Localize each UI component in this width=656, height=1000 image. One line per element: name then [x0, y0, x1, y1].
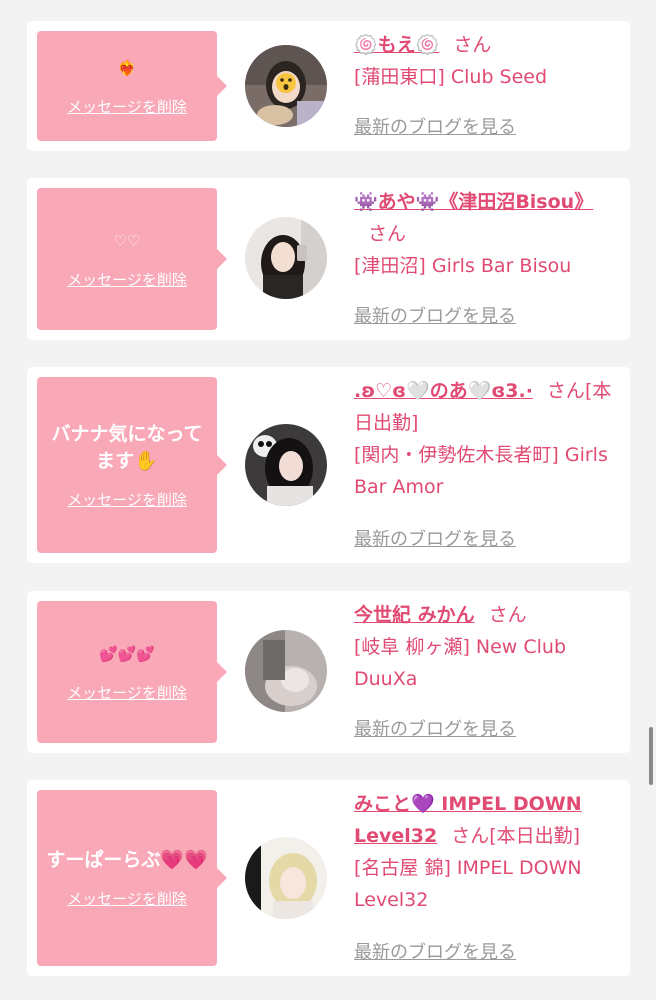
message-card: ♡♡ メッセージを削除 👾あや👾《津田沼Bisou》さん [津田沼] Girls… [27, 178, 630, 340]
delete-message-link[interactable]: メッセージを削除 [67, 489, 187, 510]
message-bubble: 💕💕💕 メッセージを削除 [37, 601, 227, 743]
honorific: さん [453, 34, 492, 56]
avatar-photo [245, 630, 327, 712]
honorific: さん [451, 825, 490, 847]
avatar-photo [245, 45, 327, 127]
honorific: さん [546, 380, 585, 402]
cast-name-link[interactable]: 🍥もえ🍥 [354, 34, 439, 56]
avatar-photo [245, 837, 327, 919]
delete-message-link[interactable]: メッセージを削除 [67, 682, 187, 703]
cast-info: 👾あや👾《津田沼Bisou》さん [津田沼] Girls Bar Bisou [354, 186, 614, 282]
shop-name: [蒲田東口] Club Seed [354, 66, 548, 88]
cast-info: 今世紀 みかん さん [岐阜 柳ヶ瀬] New Club DuuXa [354, 599, 614, 695]
cast-info: 🍥もえ🍥 さん [蒲田東口] Club Seed [354, 29, 614, 93]
cast-name-link[interactable]: 👾あや👾《津田沼Bisou》 [354, 191, 593, 213]
message-card: 💕💕💕 メッセージを削除 今世紀 みかん さん [岐阜 柳ヶ瀬] New Club… [27, 591, 630, 753]
cast-info: みこと💜 IMPEL DOWN Level32 さん[本日出勤] [名古屋 錦] … [354, 788, 614, 916]
avatar[interactable] [245, 45, 327, 127]
avatar[interactable] [245, 630, 327, 712]
status-suffix: [本日出勤] [489, 825, 581, 847]
honorific: さん [488, 604, 527, 626]
message-text: ❤️‍🔥 [117, 59, 137, 77]
latest-blog-link[interactable]: 最新のブログを見る [354, 715, 516, 741]
avatar-photo [245, 424, 327, 506]
delete-message-link[interactable]: メッセージを削除 [67, 888, 187, 909]
delete-message-link[interactable]: メッセージを削除 [67, 96, 187, 117]
latest-blog-link[interactable]: 最新のブログを見る [354, 302, 516, 328]
cast-name-link[interactable]: 今世紀 みかん [354, 604, 475, 626]
avatar-photo [245, 217, 327, 299]
shop-name: [名古屋 錦] IMPEL DOWN Level32 [354, 857, 582, 911]
message-list: ❤️‍🔥 メッセージを削除 🍥もえ🍥 さん [蒲田東口] Club Seed [0, 0, 656, 1000]
message-bubble: すーぱーらぶ💗💗 メッセージを削除 [37, 790, 227, 966]
avatar[interactable] [245, 217, 327, 299]
message-bubble: ♡♡ メッセージを削除 [37, 188, 227, 330]
message-text: ♡♡ [113, 232, 141, 250]
latest-blog-link[interactable]: 最新のブログを見る [354, 113, 516, 139]
message-bubble: ❤️‍🔥 メッセージを削除 [37, 31, 227, 141]
scrollbar[interactable] [649, 727, 653, 785]
delete-message-link[interactable]: メッセージを削除 [67, 269, 187, 290]
message-card: バナナ気になってます✋ メッセージを削除 .ʚ♡ɞ🤍のあ🤍ɞ3.· さん[本日出勤… [27, 367, 630, 563]
avatar[interactable] [245, 424, 327, 506]
cast-name-link[interactable]: .ʚ♡ɞ🤍のあ🤍ɞ3.· [354, 380, 533, 402]
message-text: すーぱーらぶ💗💗 [46, 849, 208, 871]
shop-name: [津田沼] Girls Bar Bisou [354, 255, 572, 277]
cast-info: .ʚ♡ɞ🤍のあ🤍ɞ3.· さん[本日出勤] [関内・伊勢佐木長者町] Girls … [354, 375, 614, 503]
avatar[interactable] [245, 837, 327, 919]
message-text: バナナ気になってます✋ [51, 422, 203, 472]
latest-blog-link[interactable]: 最新のブログを見る [354, 525, 516, 551]
message-card: すーぱーらぶ💗💗 メッセージを削除 みこと💜 IMPEL DOWN Level3… [27, 780, 630, 976]
honorific: さん [368, 223, 407, 245]
message-text: 💕💕💕 [98, 645, 156, 663]
shop-name: [関内・伊勢佐木長者町] Girls Bar Amor [354, 444, 608, 498]
message-card: ❤️‍🔥 メッセージを削除 🍥もえ🍥 さん [蒲田東口] Club Seed [27, 21, 630, 151]
shop-name: [岐阜 柳ヶ瀬] New Club DuuXa [354, 636, 567, 690]
latest-blog-link[interactable]: 最新のブログを見る [354, 938, 516, 964]
message-bubble: バナナ気になってます✋ メッセージを削除 [37, 377, 227, 553]
